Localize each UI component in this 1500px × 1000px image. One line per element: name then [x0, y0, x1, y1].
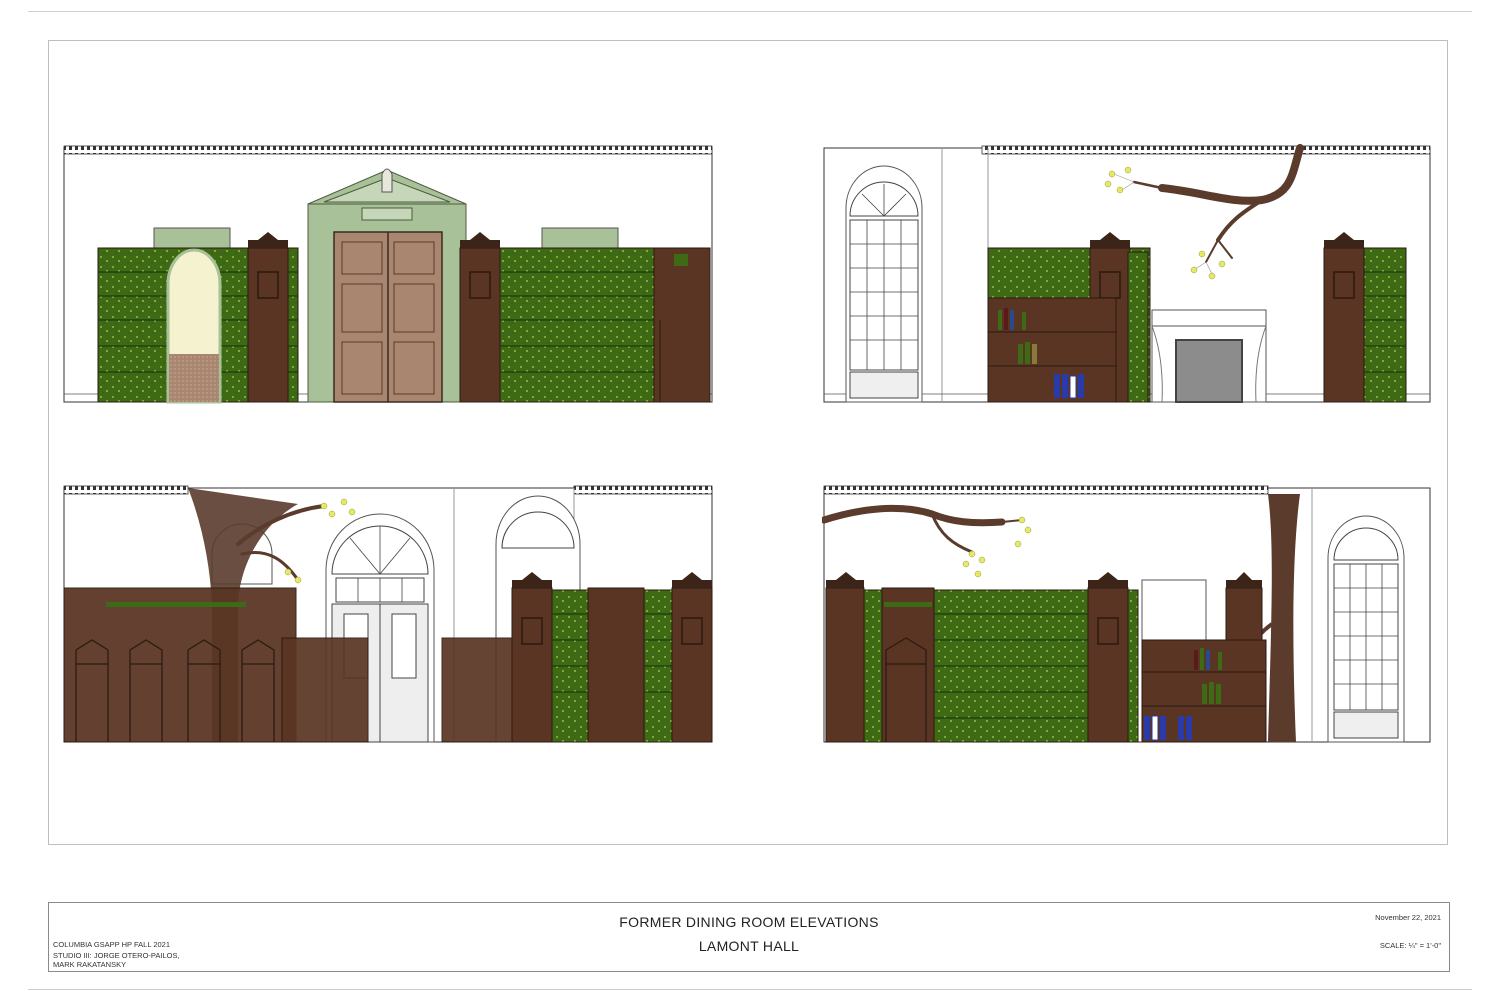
drawing-subtitle: LAMONT HALL [698, 938, 800, 954]
title-block: FORMER DINING ROOM ELEVATIONS LAMONT HAL… [48, 902, 1450, 972]
scale-label: SCALE: ¼" = 1'-0" [1379, 941, 1441, 950]
elevation-east [822, 144, 1432, 406]
drawing-title: FORMER DINING ROOM ELEVATIONS [619, 914, 879, 930]
bottom-rule [28, 989, 1472, 990]
date-label: November 22, 2021 [1375, 913, 1441, 922]
elevation-west [822, 484, 1432, 746]
school-label: COLUMBIA GSAPP HP FALL 2021 [53, 940, 171, 949]
studio-label-2: MARK RAKATANSKY [53, 960, 127, 969]
elevation-south [62, 484, 714, 746]
elevation-north [62, 144, 714, 406]
studio-label: STUDIO III: JORGE OTERO-PAILOS, [53, 951, 180, 960]
top-rule [28, 11, 1472, 12]
